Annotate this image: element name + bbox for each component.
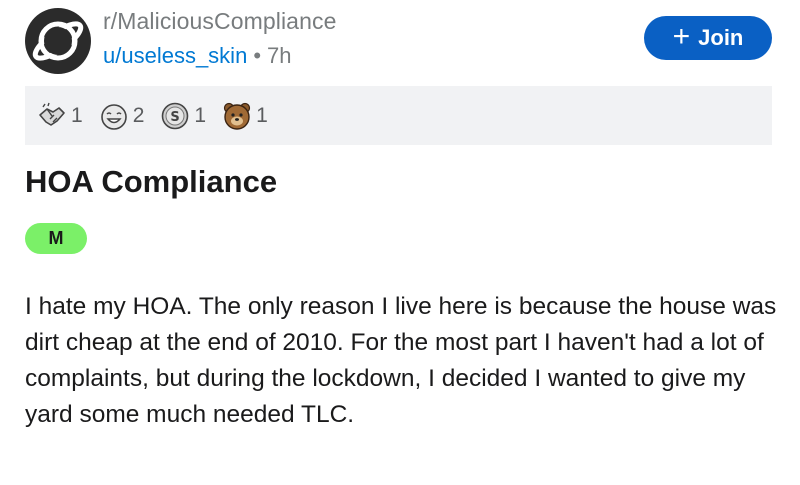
award-handshake[interactable]: 1 [37,101,83,131]
subreddit-avatar[interactable] [25,8,91,74]
awards-bar[interactable]: 1 2 S 1 1 [25,86,772,145]
subreddit-name[interactable]: r/MaliciousCompliance [103,8,336,35]
bear-face-award-icon [223,102,251,130]
award-count: 1 [71,103,83,127]
svg-text:S: S [171,110,180,125]
laughing-face-award-icon [100,103,127,130]
award-silver[interactable]: S 1 [160,101,206,131]
author-link[interactable]: u/useless_skin [103,43,247,68]
post-meta: u/useless_skin • 7h [103,43,292,69]
post-body: I hate my HOA. The only reason I live he… [25,293,777,428]
award-count: 1 [194,103,207,127]
post-title[interactable]: HOA Compliance [25,164,277,200]
award-count: 2 [132,103,145,127]
award-bear[interactable]: 1 [222,101,268,131]
award-laughing[interactable]: 2 [99,101,145,131]
plus-icon: + [672,19,691,53]
post-age: 7h [267,43,292,68]
handshake-award-icon [39,102,65,126]
join-button[interactable]: + Join [644,16,772,60]
silver-coin-award-icon: S [162,102,189,129]
award-count: 1 [256,103,268,127]
join-label: Join [698,25,744,50]
meta-separator: • [253,43,262,68]
planet-icon [32,21,84,61]
post-flair[interactable]: M [25,223,87,254]
post-header: r/MaliciousCompliance u/useless_skin • 7h … [0,0,800,80]
